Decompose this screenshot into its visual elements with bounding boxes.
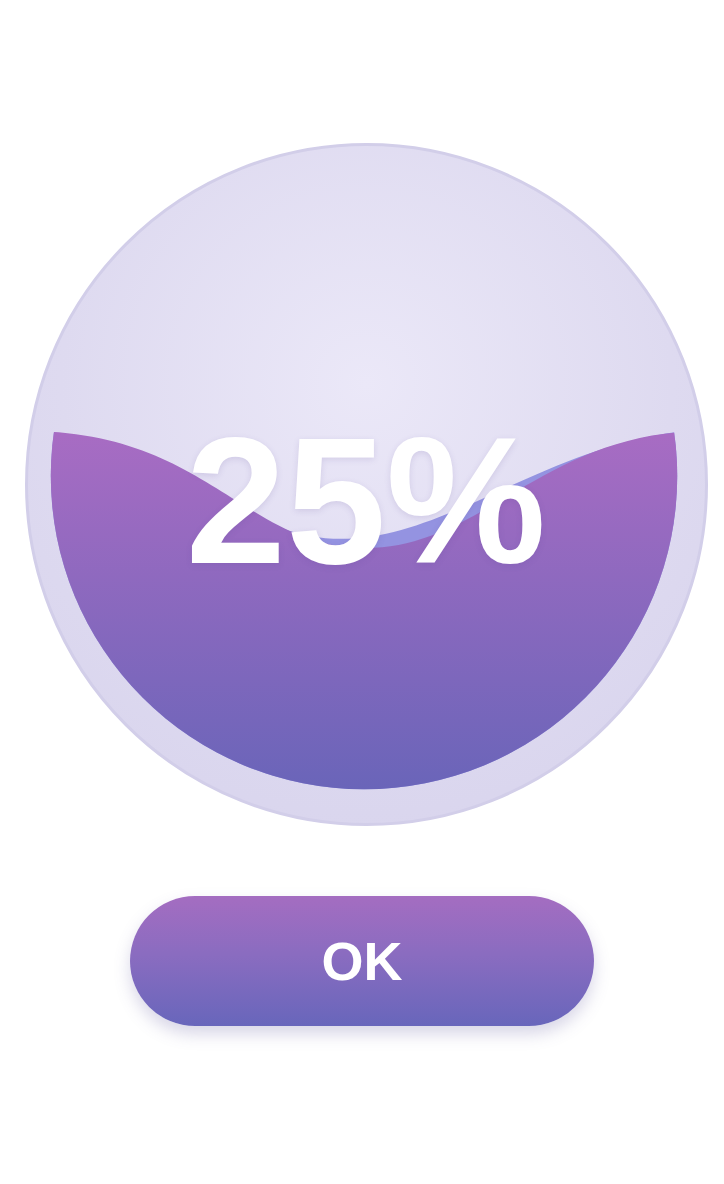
page: 25% OK bbox=[0, 0, 724, 1184]
ok-button[interactable]: OK bbox=[130, 896, 594, 1026]
level-gauge: 25% bbox=[25, 143, 708, 826]
level-reading: 25% bbox=[178, 402, 554, 600]
